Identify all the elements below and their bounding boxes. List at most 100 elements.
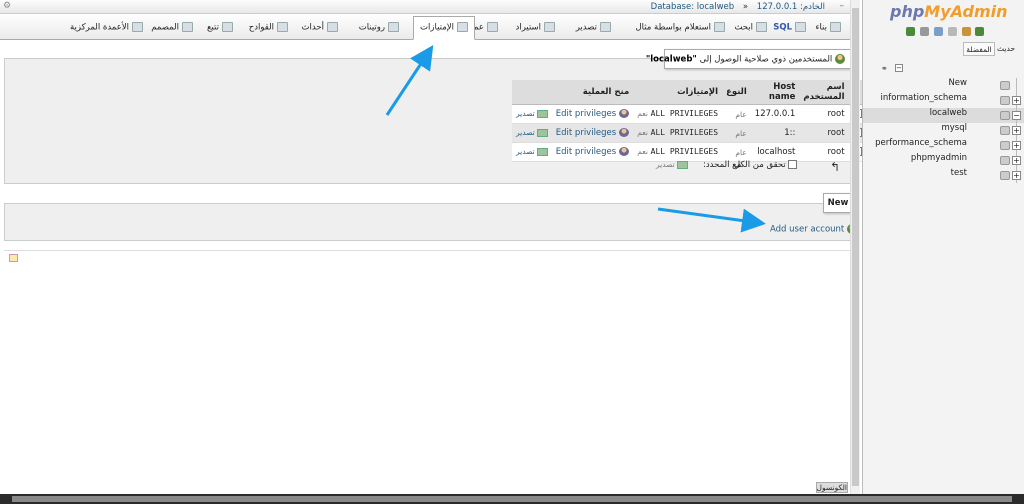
access-notice: المستخدمين ذوي صلاحية الوصول إلى "localw…: [646, 49, 852, 69]
tab-central-columns[interactable]: الأعمدة المركزية: [63, 16, 150, 39]
help-icon[interactable]: [947, 27, 957, 36]
breadcrumb-path: الخادم: 127.0.0.1 « Database: localweb: [648, 2, 828, 12]
users-table: اسم المستخدم Host name النوع الإمتيازات …: [512, 80, 866, 162]
header-type: النوع: [722, 80, 751, 105]
wrench-icon: [487, 22, 498, 32]
cell-host: ::1: [750, 123, 800, 143]
database-icon: [1000, 141, 1010, 150]
recent-tab[interactable]: حديث: [997, 42, 1021, 56]
cell-privileges: ALL PRIVILEGES: [650, 147, 719, 156]
header-user: اسم المستخدم: [799, 80, 849, 105]
settings-icon[interactable]: [961, 27, 971, 36]
search-icon: [756, 22, 767, 32]
select-arrow-icon: ↰: [830, 160, 841, 174]
reload-icon[interactable]: [975, 27, 985, 36]
export-link[interactable]: تصدير: [512, 123, 552, 143]
edit-privileges-link[interactable]: Edit privileges: [551, 104, 634, 124]
check-all-label[interactable]: تحقق من الكل: [734, 160, 786, 170]
tab-structure[interactable]: بناء: [808, 16, 848, 39]
tree-item-test[interactable]: + test: [863, 168, 1024, 183]
new-user-panel: [4, 203, 860, 241]
add-user-account-link[interactable]: Add user account: [770, 224, 857, 235]
import-icon: [544, 22, 555, 32]
docs-icon[interactable]: [933, 27, 943, 36]
users-icon: [835, 54, 845, 64]
structure-icon: [830, 22, 841, 32]
with-selected-label: مع المحدد:: [703, 160, 742, 170]
cell-user: root: [799, 104, 849, 124]
check-all-checkbox[interactable]: [788, 160, 798, 169]
page-settings-icon[interactable]: [9, 254, 18, 262]
edit-user-icon: [619, 147, 630, 156]
cell-host: 127.0.0.1: [750, 104, 800, 124]
check-all-row: تحقق من الكل: [734, 160, 798, 170]
tab-tracking[interactable]: تتبع: [200, 16, 240, 39]
expand-icon[interactable]: +: [1012, 156, 1021, 165]
tree-item-new[interactable]: New: [863, 78, 1024, 93]
cell-grant: نعم: [637, 147, 648, 156]
expand-icon[interactable]: +: [1012, 96, 1021, 105]
tree-item-phpmyadmin[interactable]: + phpmyadmin: [863, 153, 1024, 168]
export-link[interactable]: تصدير: [512, 142, 552, 162]
horizontal-scrollbar[interactable]: [0, 494, 1024, 504]
home-icon[interactable]: [906, 27, 915, 36]
triggers-icon: [277, 22, 288, 32]
main-content: ⚙ الخادم: 127.0.0.1 « Database: localweb…: [0, 0, 866, 494]
tab-privileges[interactable]: الإمتيازات: [413, 16, 475, 40]
events-icon: [327, 22, 338, 32]
new-section-title: New: [823, 193, 853, 213]
breadcrumb-server[interactable]: الخادم: 127.0.0.1: [757, 2, 825, 12]
header-host: Host name: [750, 80, 800, 105]
minimize-icon[interactable]: –: [840, 1, 845, 11]
tab-export[interactable]: تصدير: [569, 16, 618, 39]
favorites-tab[interactable]: المفضلة: [963, 42, 995, 56]
header-action: منح العملية: [512, 80, 634, 105]
expand-icon[interactable]: +: [1012, 141, 1021, 150]
tree-item-mysql[interactable]: + mysql: [863, 123, 1024, 138]
sidebar-icon-row: [906, 27, 986, 37]
tab-import[interactable]: استيراد: [509, 16, 562, 39]
designer-icon: [182, 22, 193, 32]
database-tree: New + information_schema − localweb + mysql…: [863, 78, 1024, 183]
phpmyadmin-logo[interactable]: phpMyAdmin: [890, 2, 1008, 21]
tab-triggers[interactable]: القوادح: [242, 16, 295, 39]
scroll-thumb[interactable]: [12, 496, 1012, 502]
header-privileges: الإمتيازات: [633, 80, 723, 105]
database-icon: [1000, 96, 1010, 105]
database-icon: [1000, 126, 1010, 135]
link-icon[interactable]: ⚭: [881, 64, 888, 73]
bulk-export-button[interactable]: تصدير: [656, 160, 688, 170]
gear-icon[interactable]: ⚙: [3, 1, 11, 11]
table-row: root ::1 عام ALL PRIVILEGES نعم Edit pri…: [512, 123, 866, 143]
edit-privileges-link[interactable]: Edit privileges: [551, 123, 634, 143]
console-toggle[interactable]: الكونسول: [816, 482, 848, 493]
export-link[interactable]: تصدير: [512, 104, 552, 124]
database-icon: [1000, 111, 1010, 120]
tab-query[interactable]: استعلام بواسطة مثال: [628, 16, 732, 39]
expand-icon[interactable]: +: [1012, 171, 1021, 180]
navigation-sidebar: phpMyAdmin المفضلة حديث ⚭ − New + informa…: [862, 0, 1024, 494]
edit-privileges-link[interactable]: Edit privileges: [551, 142, 634, 162]
tab-events[interactable]: أحداث: [295, 16, 345, 39]
cell-host: localhost: [750, 142, 800, 162]
tracking-icon: [222, 22, 233, 32]
expand-icon[interactable]: +: [1012, 126, 1021, 135]
database-icon: [1000, 171, 1010, 180]
breadcrumb-database[interactable]: Database: localweb: [651, 2, 735, 12]
logout-icon[interactable]: [919, 27, 929, 36]
collapse-all-icon[interactable]: −: [895, 64, 903, 72]
new-db-icon: [1000, 81, 1010, 90]
scroll-thumb[interactable]: [852, 8, 859, 486]
tab-routines[interactable]: روتينات: [352, 16, 406, 39]
cell-type: عام: [722, 123, 751, 143]
divider: [4, 250, 860, 251]
collapse-icon[interactable]: −: [1012, 111, 1021, 120]
tab-designer[interactable]: المصمم: [144, 16, 200, 39]
export-icon: [676, 160, 688, 169]
tree-item-localweb[interactable]: − localweb: [863, 108, 1024, 123]
tab-search[interactable]: ابحث: [727, 16, 774, 39]
cell-grant: نعم: [637, 109, 648, 118]
tree-item-performance-schema[interactable]: + performance_schema: [863, 138, 1024, 153]
tree-item-information-schema[interactable]: + information_schema: [863, 93, 1024, 108]
vertical-scrollbar[interactable]: [850, 0, 860, 494]
